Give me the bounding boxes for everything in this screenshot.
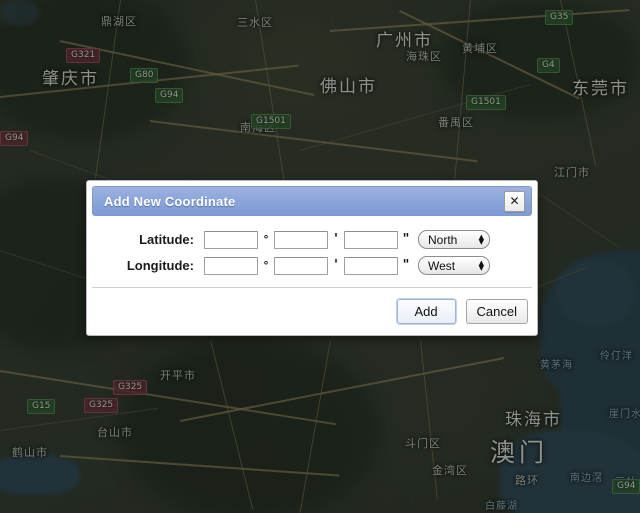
longitude-seconds-input[interactable] xyxy=(344,257,398,275)
latitude-label: Latitude: xyxy=(92,232,204,247)
latitude-direction-select[interactable]: North ▲▼ xyxy=(418,230,490,249)
longitude-row: Longitude: ° ' " West ▲▼ xyxy=(92,256,532,275)
longitude-minutes-input[interactable] xyxy=(274,257,328,275)
latitude-row: Latitude: ° ' " North ▲▼ xyxy=(92,230,532,249)
latitude-direction-value: North xyxy=(428,233,457,247)
latitude-minutes-input[interactable] xyxy=(274,231,328,249)
add-button[interactable]: Add xyxy=(397,299,456,324)
longitude-degrees-input[interactable] xyxy=(204,257,258,275)
dialog-title: Add New Coordinate xyxy=(104,194,235,209)
degrees-symbol: ° xyxy=(258,260,274,271)
stepper-arrows-icon: ▲▼ xyxy=(479,235,484,245)
dialog-titlebar: Add New Coordinate ✕ xyxy=(92,186,532,216)
latitude-seconds-input[interactable] xyxy=(344,231,398,249)
minutes-symbol: ' xyxy=(328,259,344,272)
degrees-symbol: ° xyxy=(258,234,274,245)
minutes-symbol: ' xyxy=(328,233,344,246)
stepper-arrows-icon: ▲▼ xyxy=(479,261,484,271)
longitude-label: Longitude: xyxy=(92,258,204,273)
seconds-symbol: " xyxy=(398,233,414,246)
longitude-direction-select[interactable]: West ▲▼ xyxy=(418,256,490,275)
close-icon[interactable]: ✕ xyxy=(504,191,525,212)
cancel-button[interactable]: Cancel xyxy=(466,299,528,324)
seconds-symbol: " xyxy=(398,259,414,272)
longitude-direction-value: West xyxy=(428,259,455,273)
dialog-footer: Add Cancel xyxy=(92,288,532,330)
dialog-body: Latitude: ° ' " North ▲▼ Longitude: ° ' … xyxy=(92,216,532,330)
add-coordinate-dialog: Add New Coordinate ✕ Latitude: ° ' " Nor… xyxy=(86,180,538,336)
latitude-degrees-input[interactable] xyxy=(204,231,258,249)
